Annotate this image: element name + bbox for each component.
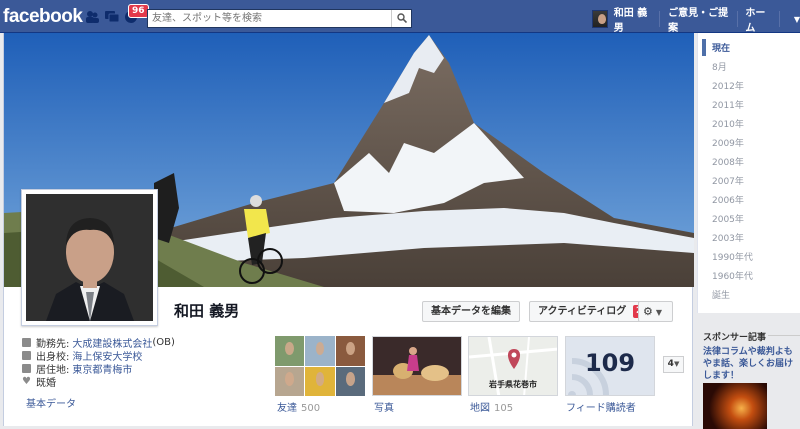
timeline-year-link[interactable]: 2003年 [712, 231, 744, 244]
ad-headline[interactable]: 法律コラムや裁判よもやま話、楽しくお届けします！ [703, 346, 795, 382]
info-row-relationship: ♥ 既婚 [22, 375, 272, 390]
timeline-year-link[interactable]: 誕生 [712, 288, 730, 301]
more-tiles-button[interactable]: 4▼ [663, 356, 684, 373]
facebook-logo[interactable]: facebook [3, 6, 83, 28]
subscribers-tile[interactable]: 109 [565, 336, 655, 396]
chevron-down-icon[interactable]: ▼ [794, 15, 800, 24]
active-year-marker [702, 39, 706, 56]
map-label[interactable]: 地図 105 [470, 399, 513, 414]
user-navigation: 和田 義男 ご意見・ご提案 ホーム ▼ [592, 8, 800, 34]
ad-image[interactable] [703, 383, 767, 429]
gear-icon: ⚙ [643, 305, 653, 318]
timeline-main: 和田 義男 基本データを編集 アクティビティログ 2 ⚙▼ 勤務先: 大成建設株… [3, 33, 694, 426]
friend-thumbnail [275, 336, 305, 366]
timeline-year-link[interactable]: 2006年 [712, 193, 744, 206]
friend-thumbnail [275, 366, 305, 396]
friends-count: 500 [301, 403, 321, 414]
messages-icon[interactable] [105, 10, 119, 23]
timeline-year-link[interactable]: 2011年 [712, 98, 744, 111]
sponsored-title-text: スポンサー記事 [703, 333, 767, 343]
profile-picture[interactable] [21, 189, 158, 326]
map-count: 105 [494, 403, 514, 414]
friends-label[interactable]: 友達 500 [277, 399, 320, 414]
edit-profile-button[interactable]: 基本データを編集 [422, 301, 520, 322]
timeline-year-link[interactable]: 2010年 [712, 117, 744, 130]
friend-thumbnail [335, 336, 365, 366]
info-row-residence: 居住地: 東京都青梅市 [22, 361, 272, 376]
search-button[interactable] [391, 10, 411, 27]
timeline-year-link[interactable]: 1990年代 [712, 250, 753, 263]
subscribers-label[interactable]: フィード購読者 [566, 399, 636, 414]
activity-log-label: アクティビティログ [538, 306, 627, 317]
info-value-link[interactable]: 東京都青梅市 [72, 361, 132, 376]
sponsored-section: スポンサー記事 法律コラムや裁判よもやま話、楽しくお届けします！ [697, 313, 800, 429]
user-name-link[interactable]: 和田 義男 [614, 4, 652, 34]
avatar[interactable] [592, 10, 608, 28]
friends-label-text: 友達 [277, 403, 297, 414]
timeline-year-link[interactable]: 2005年 [712, 212, 744, 225]
map-label-text: 地図 [470, 403, 490, 414]
search-icon [397, 13, 407, 23]
chevron-down-icon: ▼ [655, 308, 663, 317]
sponsored-title: スポンサー記事 [703, 330, 800, 343]
feedback-link[interactable]: ご意見・ご提案 [668, 4, 728, 34]
profile-info: 勤務先: 大成建設株式会社 (OB) 出身校: 海上保安大学校 居住地: 東京都… [22, 336, 272, 390]
divider [736, 11, 738, 27]
profile-name[interactable]: 和田 義男 [174, 300, 239, 321]
divider [778, 11, 780, 27]
friend-thumbnail [305, 366, 335, 396]
friends-tile[interactable] [275, 336, 365, 396]
photos-tile[interactable] [372, 336, 462, 396]
activity-log-button[interactable]: アクティビティログ 2 [529, 301, 652, 322]
briefcase-icon [22, 338, 31, 347]
timeline-year-link[interactable]: 2008年 [712, 155, 744, 168]
home-link[interactable]: ホーム [745, 4, 771, 34]
friend-thumbnail [335, 366, 365, 396]
timeline-year-link[interactable]: 8月 [712, 60, 727, 73]
divider [768, 335, 800, 336]
search-box [147, 9, 412, 28]
house-icon [22, 364, 31, 373]
timeline-year-link[interactable]: 2012年 [712, 79, 744, 92]
settings-dropdown-button[interactable]: ⚙ ▼ [638, 301, 673, 322]
friend-thumbnail [305, 336, 335, 366]
subscribers-count: 109 [584, 349, 636, 377]
timeline-year-link[interactable]: 現在 [712, 41, 730, 54]
info-suffix: (OB) [152, 337, 175, 348]
notification-badge[interactable]: 96 [128, 4, 149, 18]
timeline-year-link[interactable]: 2009年 [712, 136, 744, 149]
heart-icon: ♥ [22, 376, 31, 387]
friend-requests-icon[interactable] [85, 10, 99, 23]
divider [659, 11, 661, 27]
info-key: 既婚 [36, 378, 56, 389]
about-link[interactable]: 基本データ [26, 395, 76, 410]
chevron-down-icon: ▼ [673, 360, 680, 368]
timeline-scrubber: 現在 8月 2012年 2011年 2010年 2009年 2008年 2007年 2006年 2… [697, 33, 800, 313]
photos-label[interactable]: 写真 [374, 399, 394, 414]
map-place-label: 岩手県花巻市 [489, 380, 537, 389]
top-navigation-bar: facebook 96 和田 義男 ご意見・ご提案 ホーム ▼ [0, 0, 800, 34]
school-icon [22, 351, 31, 360]
profile-photo [26, 194, 153, 321]
timeline-year-link[interactable]: 1960年代 [712, 269, 753, 282]
timeline-year-link[interactable]: 2007年 [712, 174, 744, 187]
search-input[interactable] [148, 10, 391, 27]
map-tile[interactable]: 岩手県花巻市 [468, 336, 558, 396]
